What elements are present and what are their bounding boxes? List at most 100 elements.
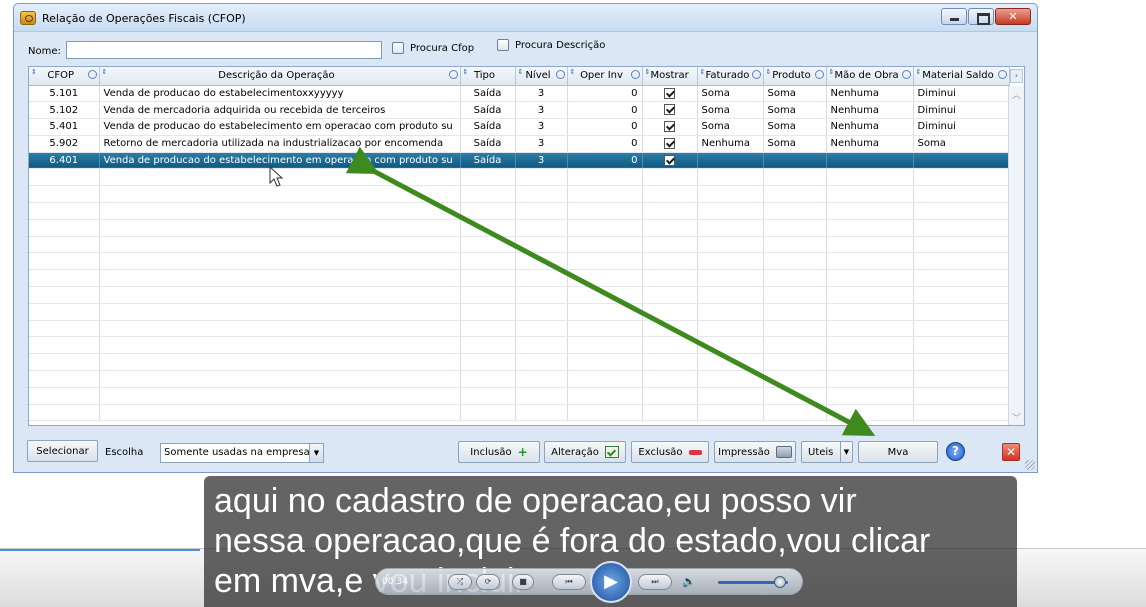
empty-cell [460, 286, 516, 304]
sort-icon[interactable]: ⇕ [916, 68, 922, 76]
column-header[interactable]: ⇕ Faturado [697, 67, 764, 86]
empty-row [29, 286, 1010, 304]
cell-nivel: 3 [515, 118, 568, 136]
selecionar-button[interactable]: Selecionar [27, 440, 98, 462]
empty-cell [29, 168, 100, 187]
volume-knob[interactable] [774, 576, 786, 588]
chevron-down-icon[interactable]: ▼ [309, 444, 323, 462]
column-header[interactable]: ⇕ Mostrar [642, 67, 698, 86]
column-header[interactable]: ⇕ Descrição da Operação [99, 67, 461, 86]
search-icon[interactable] [630, 70, 640, 79]
empty-row [29, 353, 1010, 372]
column-header[interactable]: ⇕ Tipo [460, 67, 516, 86]
empty-cell [697, 269, 764, 288]
exclusao-button[interactable]: Exclusão [631, 441, 709, 463]
repeat-icon[interactable]: ⟳ [476, 574, 500, 590]
table-row[interactable]: 5.401 Venda de producao do estabeleciment… [29, 118, 1010, 136]
search-icon[interactable] [901, 70, 911, 79]
title-bar[interactable]: Relação de Operações Fiscais (CFOP) ✕ [14, 4, 1037, 32]
table-row[interactable]: 5.102 Venda de mercadoria adquirida ou re… [29, 101, 1010, 120]
sort-icon[interactable]: ⇕ [766, 68, 772, 76]
scroll-right-icon[interactable]: › [1010, 69, 1023, 83]
checkbox-checked-icon[interactable] [664, 121, 675, 133]
window-controls: ✕ [941, 8, 1031, 25]
search-icon[interactable] [997, 70, 1007, 79]
checkbox-box[interactable] [392, 42, 404, 54]
empty-cell [29, 185, 100, 204]
empty-cell [826, 353, 914, 372]
empty-row [29, 370, 1010, 388]
empty-cell [826, 236, 914, 254]
escolha-select[interactable]: Somente usadas na empresa ▼ [160, 443, 324, 463]
empty-cell [826, 252, 914, 271]
cfop-grid[interactable]: ⇕ CFOP ⇕ Descrição da Operação ⇕ Tipo ⇕ Nível ⇕ O… [28, 66, 1025, 426]
sort-icon[interactable]: ⇕ [570, 68, 576, 76]
empty-cell [460, 387, 516, 405]
shuffle-icon[interactable]: ⤮ [448, 574, 472, 590]
exit-icon[interactable]: ✕ [1002, 443, 1020, 461]
help-icon[interactable]: ? [946, 442, 965, 461]
empty-cell [515, 320, 568, 338]
column-header-label: Oper Inv [580, 70, 623, 82]
checkbox-checked-icon[interactable] [664, 138, 675, 150]
column-header-label: Mostrar [650, 70, 689, 82]
procura-descricao-checkbox[interactable]: Procura Descrição [497, 39, 605, 51]
scroll-up-icon[interactable]: ︿ [1012, 88, 1021, 101]
search-icon[interactable] [448, 70, 458, 79]
column-header[interactable]: ⇕ CFOP [29, 67, 100, 86]
previous-icon[interactable]: ⏮ [552, 574, 586, 590]
close-icon[interactable]: ✕ [995, 8, 1031, 25]
checkbox-checked-icon[interactable] [664, 104, 675, 116]
empty-cell [567, 252, 643, 271]
escolha-label: Escolha [105, 447, 144, 458]
cell-mostrar [642, 101, 698, 120]
cell-faturado: Soma [697, 118, 764, 136]
sort-icon[interactable]: ⇕ [518, 68, 524, 76]
next-icon[interactable]: ⏭ [638, 574, 672, 590]
procura-cfop-checkbox[interactable]: Procura Cfop [392, 42, 474, 54]
empty-cell [913, 236, 1010, 254]
column-header[interactable]: ⇕ Mão de Obra [826, 67, 914, 86]
search-icon[interactable] [555, 70, 565, 79]
chevron-down-icon[interactable]: ▼ [840, 442, 852, 462]
sort-icon[interactable]: ⇕ [102, 68, 108, 76]
column-header[interactable]: ⇕ Produto [763, 67, 827, 86]
table-row[interactable]: 5.101 Venda de producao do estabeleciment… [29, 85, 1010, 103]
sort-icon[interactable]: ⇕ [700, 68, 706, 76]
nome-input[interactable] [66, 41, 382, 59]
table-row[interactable]: 5.902 Retorno de mercadoria utilizada na … [29, 135, 1010, 153]
checkbox-box[interactable] [497, 39, 509, 51]
search-icon[interactable] [87, 70, 97, 79]
uteis-button[interactable]: Uteis ▼ [801, 441, 853, 463]
minimize-icon[interactable] [941, 8, 967, 25]
inclusao-button[interactable]: Inclusão + [458, 441, 540, 463]
empty-cell [567, 269, 643, 288]
resize-grip[interactable] [1025, 460, 1035, 470]
sort-icon[interactable]: ⇕ [463, 68, 469, 76]
sort-icon[interactable]: ⇕ [829, 68, 835, 76]
scroll-down-icon[interactable]: ﹀ [1012, 411, 1021, 424]
column-header[interactable]: ⇕ Nível [515, 67, 568, 86]
play-icon[interactable]: ▶ [590, 561, 632, 603]
search-icon[interactable] [751, 70, 761, 79]
checkbox-checked-icon[interactable] [664, 154, 675, 166]
impressao-button[interactable]: Impressão [714, 441, 796, 463]
mva-button[interactable]: Mva [858, 441, 938, 463]
table-row[interactable]: 6.401 Venda de producao do estabeleciment… [29, 152, 1010, 170]
alteracao-button[interactable]: Alteração [544, 441, 626, 463]
search-icon[interactable] [814, 70, 824, 79]
empty-cell [697, 353, 764, 372]
sort-icon[interactable]: ⇕ [645, 68, 651, 76]
vertical-scrollbar[interactable]: ︿ ﹀ [1008, 86, 1024, 425]
stop-icon[interactable]: ■ [512, 574, 534, 590]
empty-cell [460, 168, 516, 187]
cell-mao-de-obra: Nenhuma [826, 135, 914, 153]
column-header[interactable]: ⇕ Material Saldo [913, 67, 1010, 86]
empty-cell [99, 236, 461, 254]
maximize-icon[interactable] [968, 8, 994, 25]
checkbox-checked-icon[interactable] [664, 87, 675, 99]
column-header[interactable]: ⇕ Oper Inv [567, 67, 643, 86]
sort-icon[interactable]: ⇕ [31, 68, 37, 76]
volume-icon[interactable]: 🔉 [682, 575, 696, 588]
empty-cell [29, 387, 100, 405]
